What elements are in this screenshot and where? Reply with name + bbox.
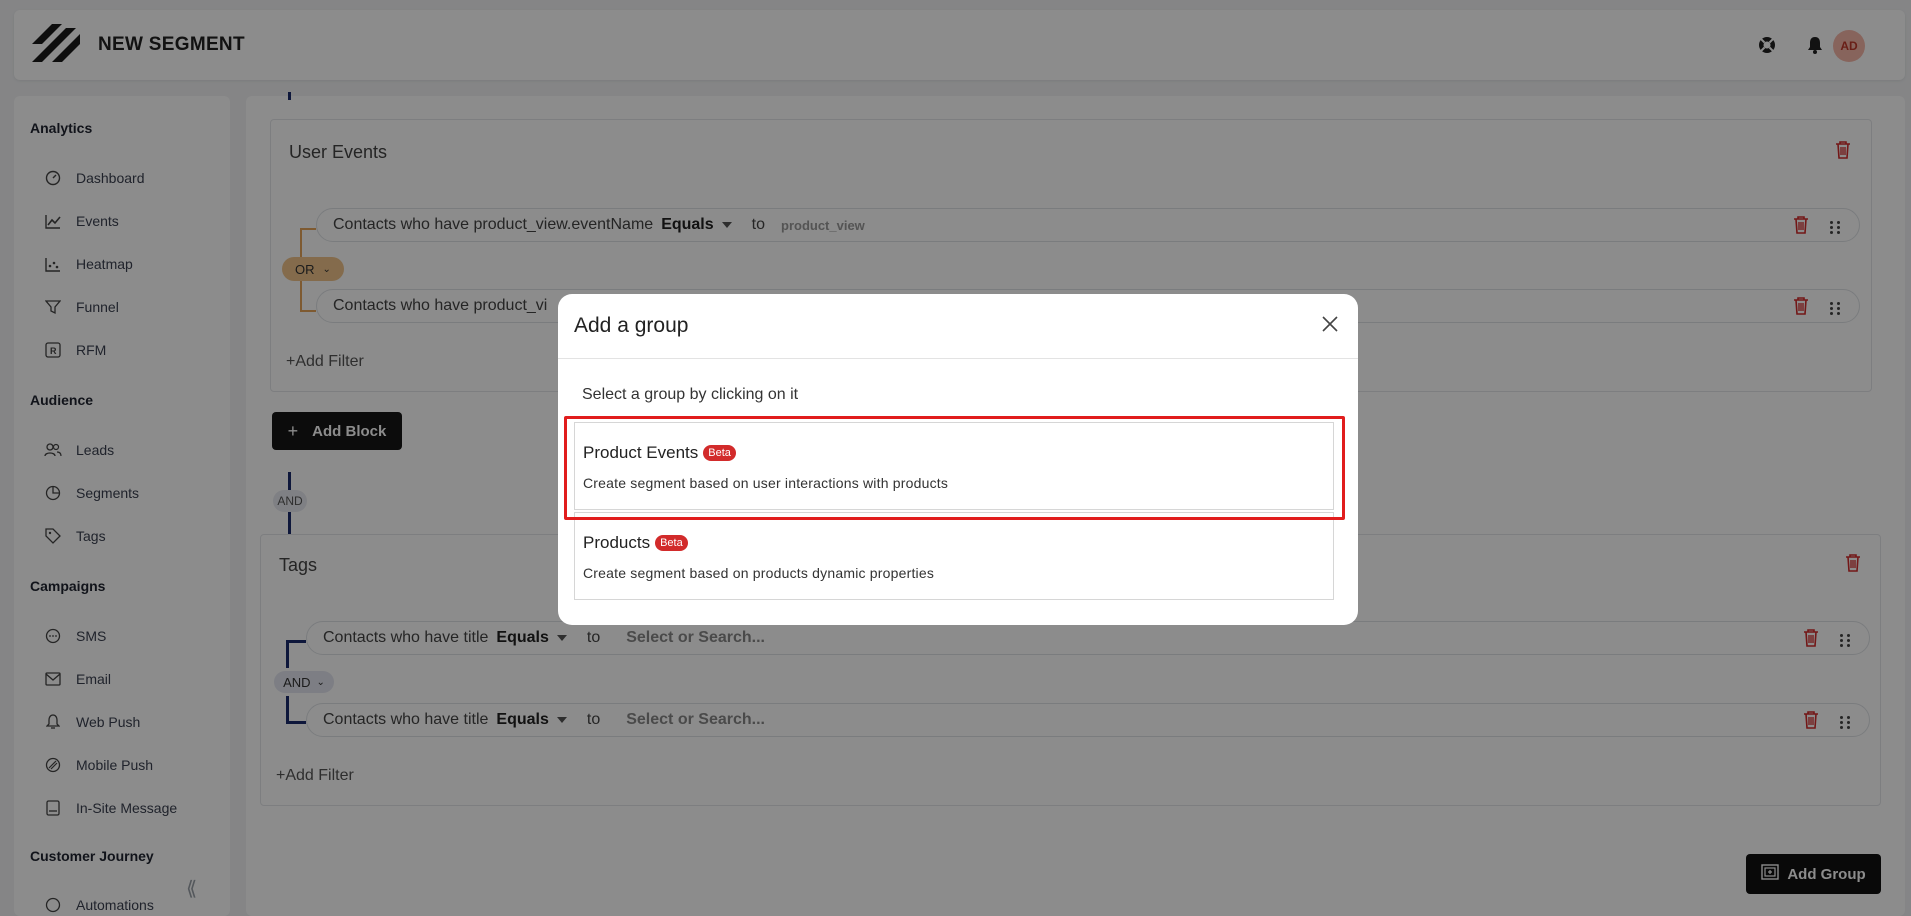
highlight-box <box>564 416 1345 520</box>
option-description: Create segment based on products dynamic… <box>583 565 935 581</box>
option-title: Products Beta <box>583 533 688 553</box>
group-option-products[interactable]: Products Beta Create segment based on pr… <box>574 512 1334 600</box>
modal-subtitle: Select a group by clicking on it <box>582 386 799 403</box>
option-title-text: Products <box>583 533 651 552</box>
modal-divider <box>558 358 1358 359</box>
close-icon[interactable] <box>1318 312 1342 336</box>
beta-badge: Beta <box>655 535 688 551</box>
modal-title: Add a group <box>574 314 689 337</box>
